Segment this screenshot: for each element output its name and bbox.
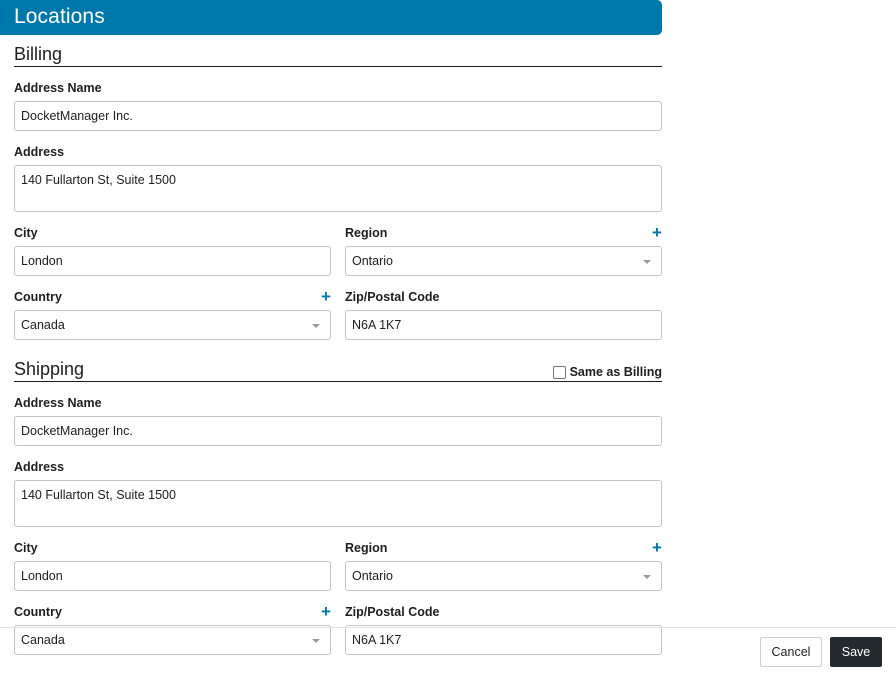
- billing-country-column: Country + Canada: [14, 288, 331, 340]
- billing-country-label-row: Country +: [14, 286, 331, 306]
- shipping-city-region-row: City London Region + Ontario: [14, 539, 662, 591]
- shipping-title: Shipping: [14, 359, 85, 379]
- same-as-billing-toggle[interactable]: Same as Billing: [552, 365, 662, 379]
- shipping-add-country-plus-icon[interactable]: +: [321, 603, 331, 620]
- locations-page: Locations Billing Address Name DocketMan…: [0, 0, 896, 673]
- page-title: Locations: [0, 0, 662, 35]
- shipping-region-label-row: Region +: [345, 537, 662, 557]
- shipping-address-name-input[interactable]: DocketManager Inc.: [14, 416, 662, 446]
- billing-region-label-row: Region +: [345, 222, 662, 242]
- billing-country-select[interactable]: Canada: [14, 310, 331, 340]
- shipping-region-select[interactable]: Ontario: [345, 561, 662, 591]
- billing-country-zip-row: Country + Canada Zip/Postal Code N6A 1K7: [14, 288, 662, 340]
- chevron-down-icon: [643, 260, 651, 264]
- billing-add-region-plus-icon[interactable]: +: [652, 224, 662, 241]
- shipping-city-column: City London: [14, 539, 331, 591]
- shipping-address-label: Address: [14, 459, 65, 474]
- billing-region-select[interactable]: Ontario: [345, 246, 662, 276]
- billing-country-selected: Canada: [21, 318, 65, 332]
- chevron-down-icon: [312, 324, 320, 328]
- shipping-region-column: Region + Ontario: [345, 539, 662, 591]
- billing-title: Billing: [14, 44, 63, 64]
- shipping-zip-label: Zip/Postal Code: [345, 604, 440, 619]
- same-as-billing-label: Same as Billing: [569, 365, 662, 379]
- dialog-footer: Cancel Save: [0, 627, 896, 673]
- billing-region-column: Region + Ontario: [345, 224, 662, 276]
- shipping-section-header: Shipping Same as Billing: [14, 345, 662, 382]
- locations-form: Locations Billing Address Name DocketMan…: [0, 0, 662, 655]
- shipping-add-region-plus-icon[interactable]: +: [652, 539, 662, 556]
- billing-address-name-input[interactable]: DocketManager Inc.: [14, 101, 662, 131]
- billing-section: Billing Address Name DocketManager Inc. …: [0, 35, 662, 340]
- billing-city-input[interactable]: London: [14, 246, 331, 276]
- billing-city-region-row: City London Region + Ontario: [14, 224, 662, 276]
- shipping-region-selected: Ontario: [352, 569, 393, 583]
- billing-add-country-plus-icon[interactable]: +: [321, 288, 331, 305]
- shipping-city-label: City: [14, 540, 38, 555]
- billing-zip-input[interactable]: N6A 1K7: [345, 310, 662, 340]
- chevron-down-icon: [643, 575, 651, 579]
- billing-city-label: City: [14, 225, 38, 240]
- shipping-section: Shipping Same as Billing Address Name Do…: [0, 345, 662, 655]
- shipping-city-input[interactable]: London: [14, 561, 331, 591]
- shipping-address-name-label: Address Name: [14, 395, 102, 410]
- billing-zip-column: Zip/Postal Code N6A 1K7: [345, 288, 662, 340]
- billing-address-label: Address: [14, 144, 65, 159]
- billing-zip-label: Zip/Postal Code: [345, 289, 440, 304]
- billing-address-name-label: Address Name: [14, 80, 102, 95]
- same-as-billing-checkbox[interactable]: [552, 365, 566, 379]
- billing-address-textarea[interactable]: 140 Fullarton St, Suite 1500: [14, 165, 662, 212]
- billing-section-header: Billing: [14, 35, 662, 67]
- shipping-country-label-row: Country +: [14, 601, 331, 621]
- cancel-button[interactable]: Cancel: [760, 637, 822, 667]
- shipping-address-textarea[interactable]: 140 Fullarton St, Suite 1500: [14, 480, 662, 527]
- billing-region-selected: Ontario: [352, 254, 393, 268]
- billing-city-column: City London: [14, 224, 331, 276]
- save-button[interactable]: Save: [830, 637, 882, 667]
